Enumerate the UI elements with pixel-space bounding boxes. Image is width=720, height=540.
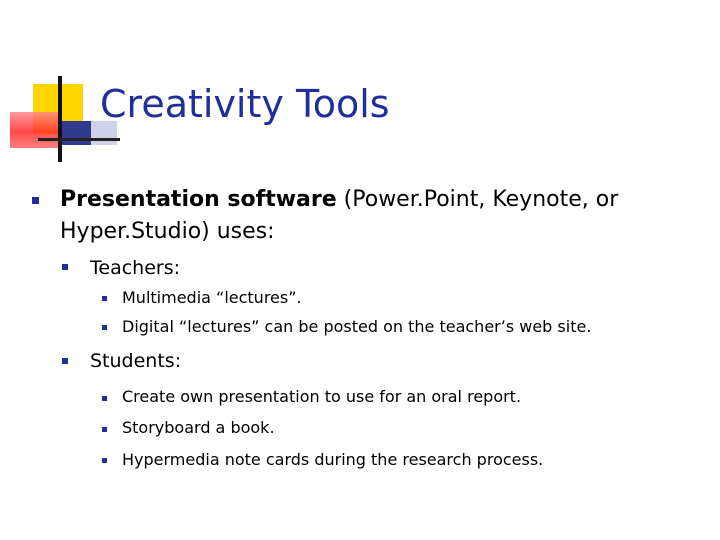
list-item: Digital “lectures” can be posted on the … bbox=[122, 317, 592, 336]
list-item: Create own presentation to use for an or… bbox=[122, 387, 522, 406]
logo-blue-square bbox=[61, 121, 91, 145]
bullet-level3-icon bbox=[102, 325, 107, 330]
group-label-teachers: Teachers: bbox=[90, 257, 180, 279]
list-item: Storyboard a book. bbox=[122, 418, 275, 437]
bullet-level3-icon bbox=[102, 296, 107, 301]
main-bullet-bold: Presentation software bbox=[60, 187, 337, 212]
main-bullet-line1: Presentation software (Power.Point, Keyn… bbox=[60, 183, 618, 216]
main-bullet-rest: (Power.Point, Keynote, or bbox=[336, 187, 619, 212]
main-bullet-line2: Hyper.Studio) uses: bbox=[60, 219, 275, 244]
list-item: Multimedia “lectures”. bbox=[122, 288, 302, 307]
logo-vertical-line bbox=[58, 76, 62, 162]
bullet-level3-icon bbox=[102, 396, 107, 401]
bullet-level3-icon bbox=[102, 458, 107, 463]
bullet-level1-icon bbox=[32, 197, 39, 204]
logo-red-square bbox=[10, 112, 58, 148]
bullet-level3-icon bbox=[102, 427, 107, 432]
bullet-level2-icon bbox=[62, 358, 68, 364]
logo-horizontal-line bbox=[38, 138, 120, 141]
slide-title: Creativity Tools bbox=[100, 82, 390, 126]
slide: Creativity Tools Presentation software (… bbox=[0, 0, 720, 540]
list-item: Hypermedia note cards during the researc… bbox=[122, 450, 544, 469]
bullet-level2-icon bbox=[62, 264, 68, 270]
group-label-students: Students: bbox=[90, 350, 182, 372]
